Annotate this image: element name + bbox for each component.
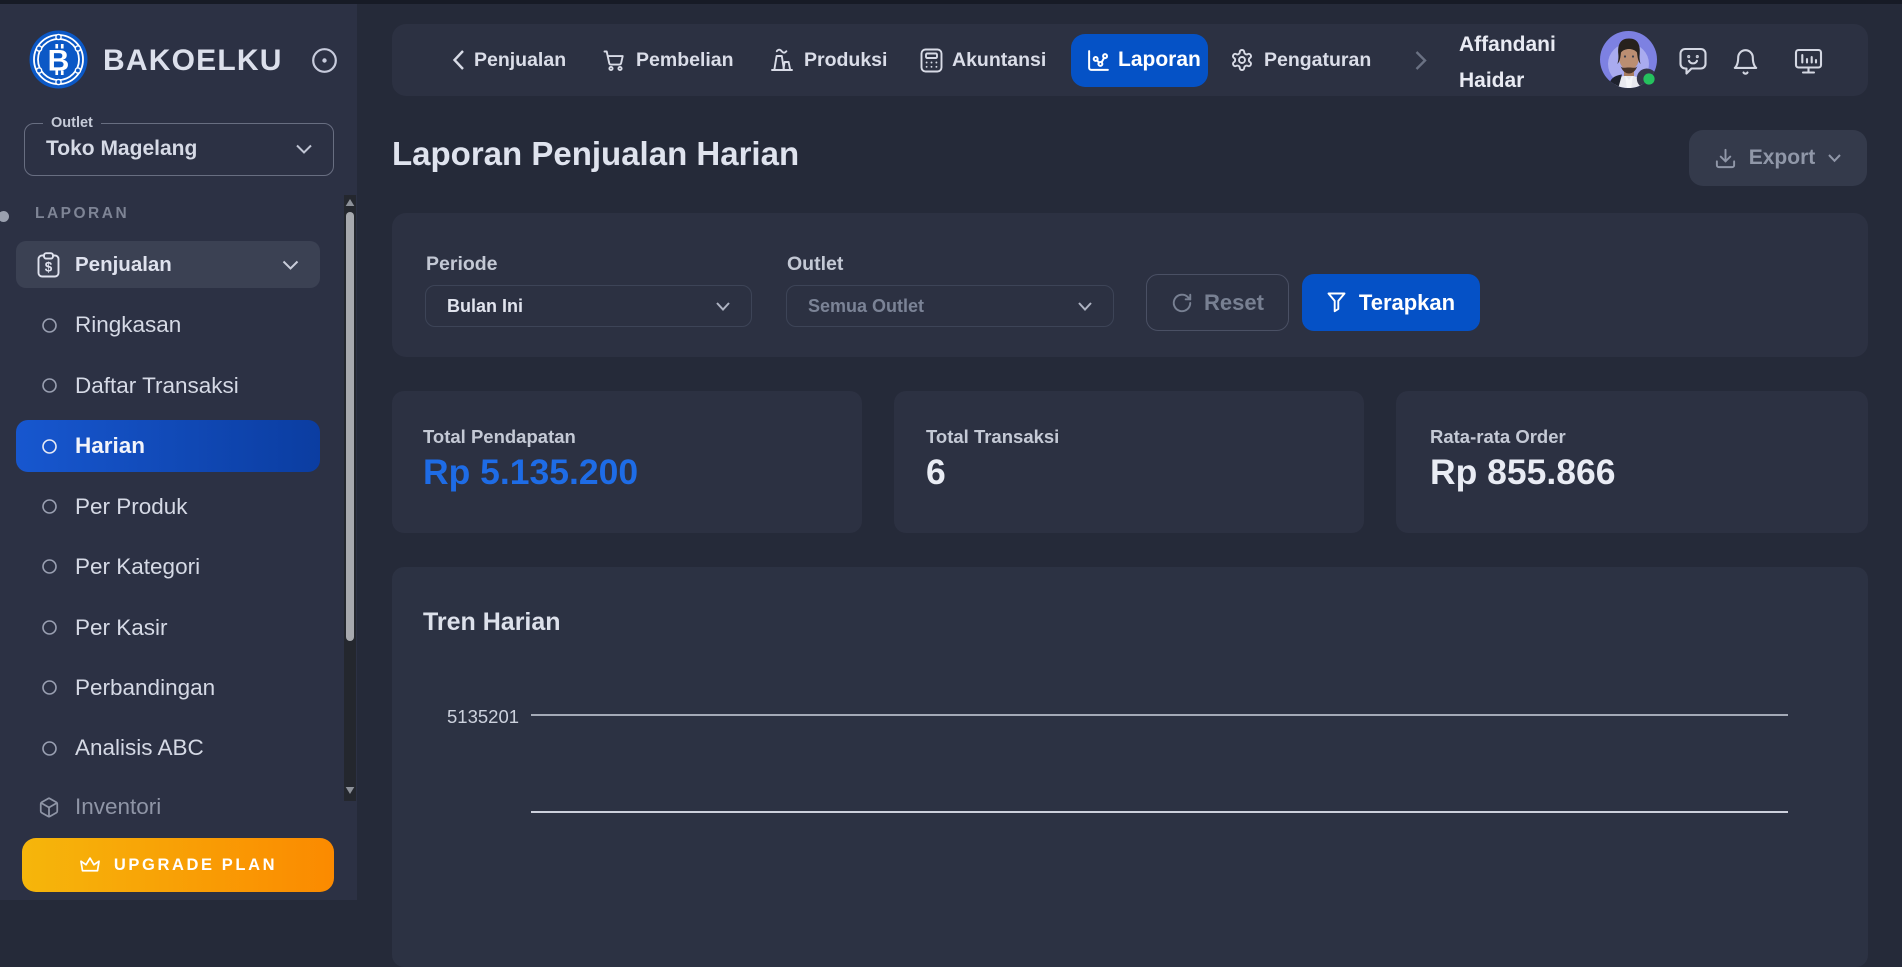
svg-text:B: B <box>48 45 70 78</box>
svg-text:$: $ <box>45 260 53 275</box>
